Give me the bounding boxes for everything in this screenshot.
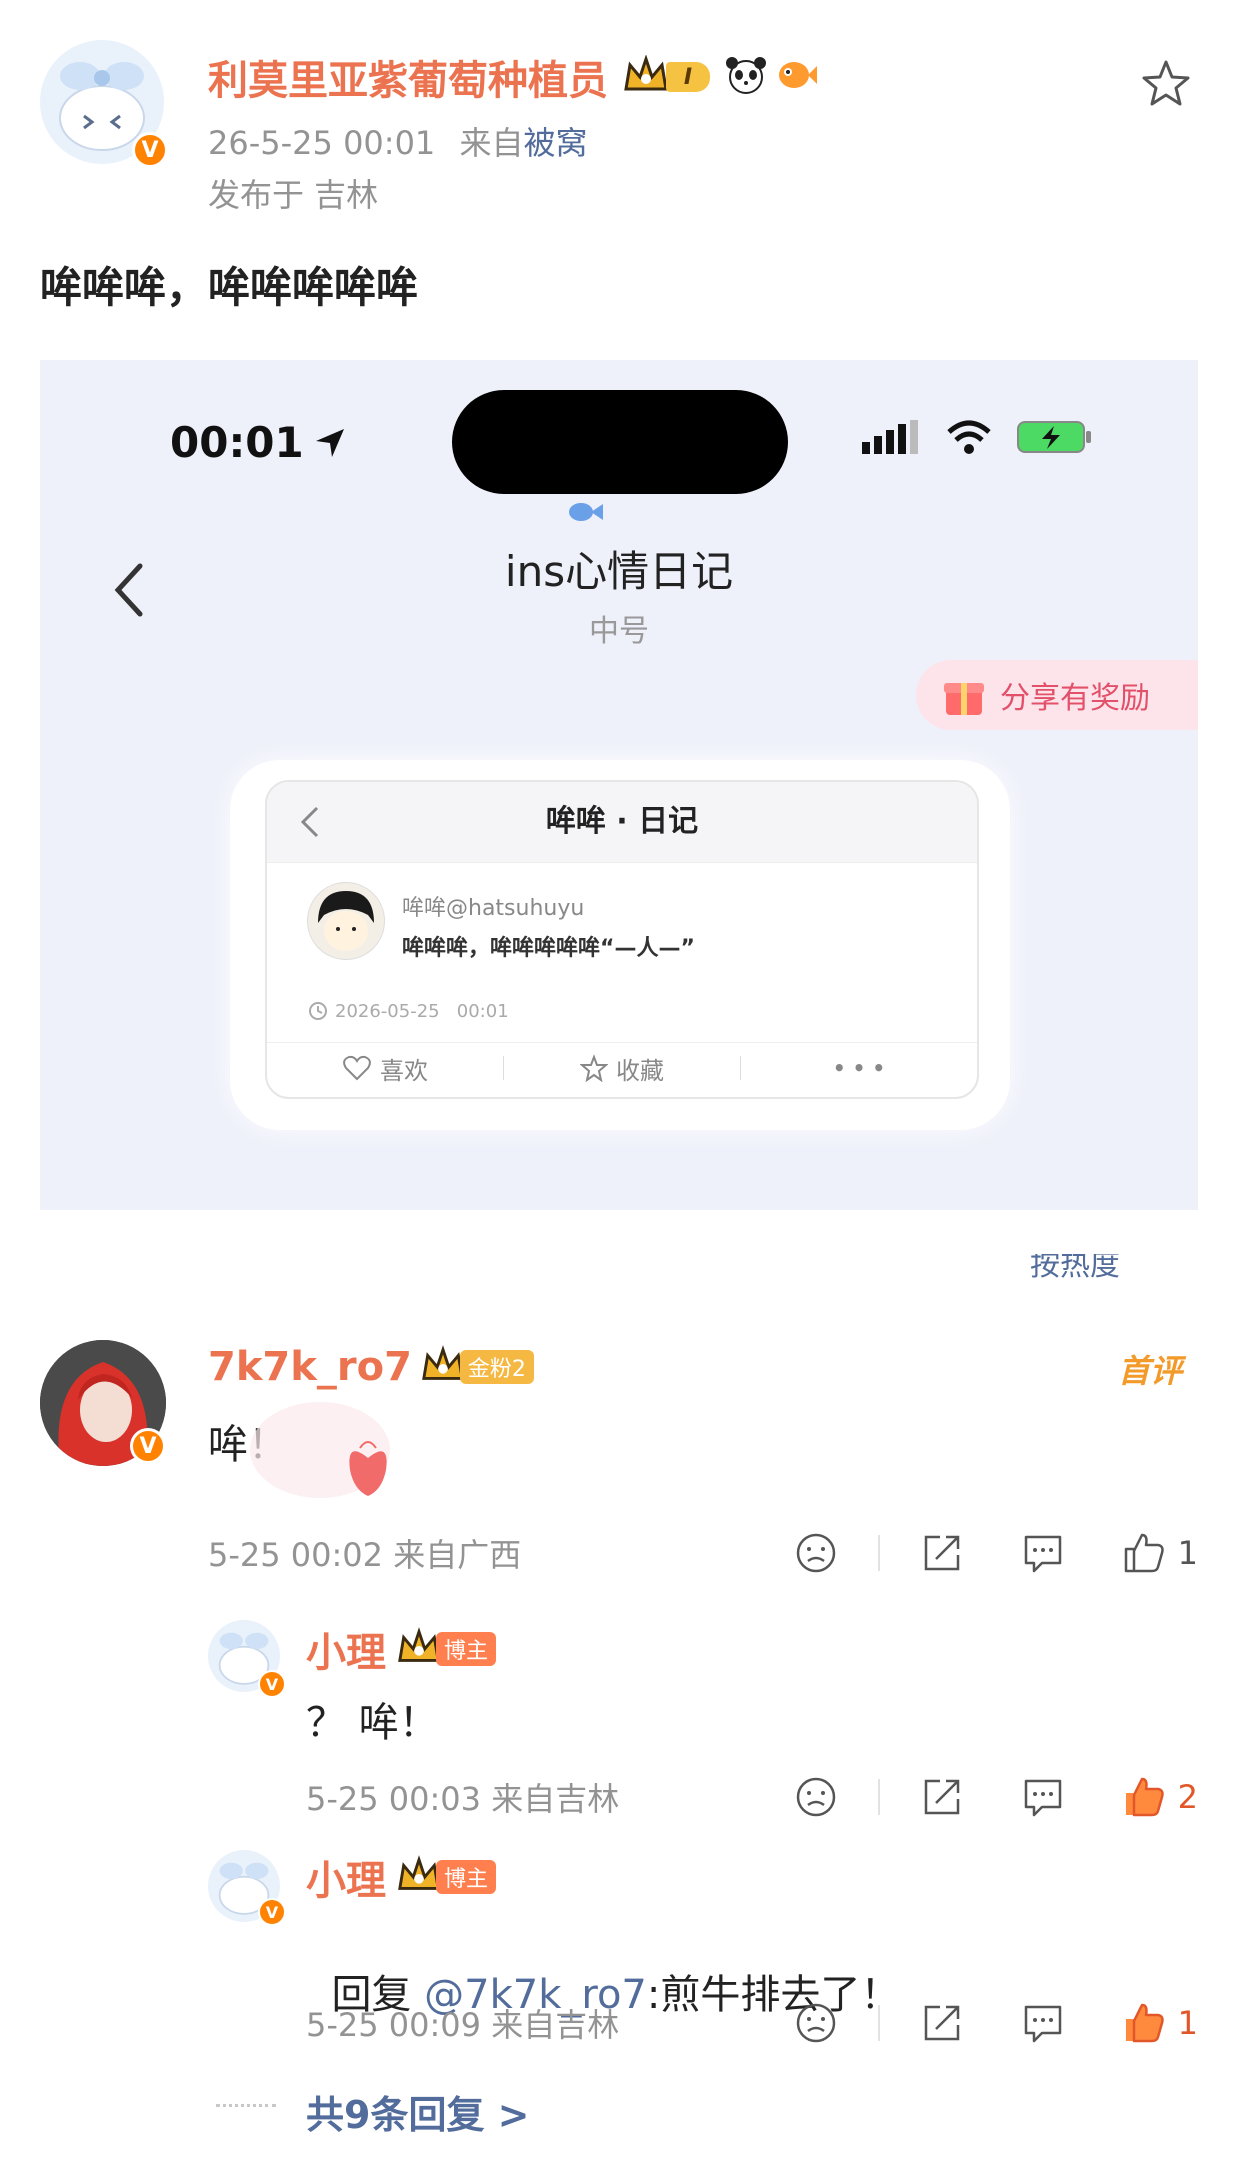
reply-author-name[interactable]: 小理 (306, 1848, 386, 1906)
heart-outline-icon[interactable] (342, 1054, 372, 1082)
verified-icon: V (132, 132, 168, 168)
diary-card: 哞哞 · 日记 哞哞@hatsuhuyu 哞哞哞，哞哞哞哞哞“—人—” 2026… (265, 780, 979, 1099)
status-time: 00:01 (170, 418, 304, 467)
dislike-face-icon[interactable] (794, 1531, 838, 1575)
wifi-icon (947, 420, 991, 454)
panda-icon (724, 55, 768, 99)
clock-icon (309, 1002, 327, 1020)
reply-like-count: 1 (1177, 2004, 1198, 2042)
screenshot-page-subtitle: 中号 (589, 614, 649, 649)
fish-icon (774, 55, 818, 99)
card-avatar (318, 891, 374, 951)
author-badge: 博主 (436, 1632, 497, 1666)
author-badge: 博主 (436, 1860, 497, 1894)
source-prefix: 来自 (459, 124, 524, 162)
comment-verified-icon: V (130, 1428, 166, 1464)
small-fish-icon (569, 503, 603, 521)
thumbs-up-filled-icon[interactable] (1122, 2001, 1166, 2045)
first-comment-label: 首评 (1118, 1352, 1183, 1390)
reply-author-name[interactable]: 小理 (306, 1620, 386, 1678)
decorative-sticker (250, 1402, 390, 1498)
dislike-face-icon[interactable] (794, 1775, 838, 1819)
reply-like-count: 2 (1177, 1778, 1198, 1816)
sort-by-heat[interactable]: 按热度 (1030, 1254, 1120, 1280)
fan-badge: 金粉2 (459, 1350, 534, 1384)
author-name[interactable]: 利莫里亚紫葡萄种植员 (208, 48, 608, 106)
cellular-signal-icon (862, 420, 918, 454)
post-image[interactable]: 00:01 ins心情日记 中号 分享有奖励 哞哞 · 日记 哞哞@hatsuh… (40, 360, 1198, 1210)
screenshot-page-title: ins心情日记 (504, 547, 734, 596)
gift-icon (944, 683, 984, 715)
dislike-face-icon[interactable] (794, 2001, 838, 2045)
post-location: 发布于 吉林 (208, 176, 379, 214)
reply-meta: 5-25 00:03 来自吉林 (306, 1780, 620, 1818)
source-app-link[interactable]: 被窝 (523, 124, 587, 162)
share-reward-label: 分享有奖励 (1000, 681, 1150, 716)
reply-meta: 5-25 00:09 来自吉林 (306, 2006, 620, 2044)
comment-like-count: 1 (1177, 1534, 1198, 1572)
crown-icon (622, 54, 670, 99)
battery-charging-icon (1017, 421, 1091, 453)
more-replies-link[interactable]: 共9条回复 > (306, 2084, 530, 2139)
card-handle: 哞哞@hatsuhuyu (402, 896, 585, 921)
comment-meta: 5-25 00:02 来自广西 (208, 1536, 522, 1574)
location-arrow-icon (315, 428, 344, 457)
dynamic-island (452, 390, 788, 494)
thumbs-up-filled-icon[interactable] (1122, 1775, 1166, 1819)
card-title: 哞哞 · 日记 (545, 804, 699, 839)
comment-icon[interactable] (1020, 1775, 1066, 1819)
card-like-label: 喜欢 (380, 1056, 428, 1085)
card-collect-label: 收藏 (616, 1056, 664, 1085)
reply-text: ？ 哞！ (306, 1700, 439, 1746)
reply-verified-icon: V (258, 1898, 286, 1926)
star-outline-icon[interactable] (1140, 58, 1192, 114)
card-back-icon[interactable] (295, 802, 325, 842)
dotted-divider (216, 2104, 276, 2107)
commenter-name[interactable]: 7k7k_ro7 (208, 1344, 412, 1390)
level-badge: I (666, 62, 710, 92)
share-icon[interactable] (920, 2001, 964, 2045)
share-icon[interactable] (920, 1531, 964, 1575)
card-datetime: 2026-05-25 00:01 (335, 1000, 509, 1022)
reply-verified-icon: V (258, 1670, 286, 1698)
star-outline-small-icon[interactable] (580, 1054, 608, 1082)
share-icon[interactable] (920, 1775, 964, 1819)
comment-icon[interactable] (1020, 1531, 1066, 1575)
thumbs-up-icon[interactable] (1122, 1531, 1166, 1575)
card-more-label[interactable]: • • • (741, 1056, 977, 1080)
card-content: 哞哞哞，哞哞哞哞哞“—人—” (402, 936, 695, 961)
post-timestamp: 26-5-25 00:01 (208, 124, 436, 162)
post-text: 哞哞哞，哞哞哞哞哞 (40, 263, 419, 312)
comment-icon[interactable] (1020, 2001, 1066, 2045)
